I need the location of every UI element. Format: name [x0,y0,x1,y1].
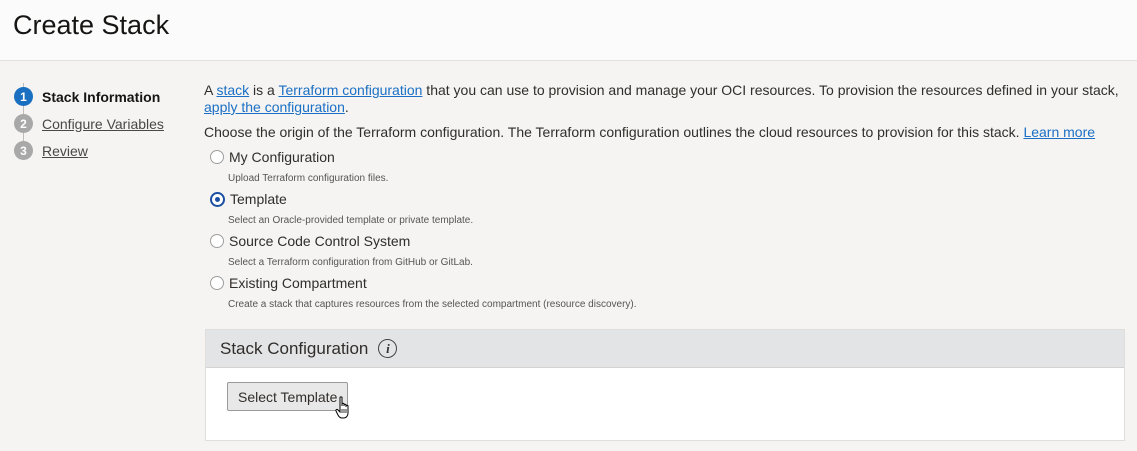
radio-label-my-configuration[interactable]: My Configuration [229,149,335,166]
origin-radio-group: My Configuration Upload Terraform config… [204,148,1124,316]
intro-text: A stack is a Terraform configuration tha… [204,82,1124,116]
wizard-steps: 1 Stack Information 2 Configure Variable… [14,83,164,164]
intro-text-4: . [344,99,349,115]
step-configure-variables[interactable]: 2 Configure Variables [14,110,164,137]
option-template[interactable]: Template Select an Oracle-provided templ… [204,190,1124,232]
step-number-1: 1 [14,87,33,106]
radio-source-code-control[interactable] [210,234,224,248]
radio-label-existing-compartment[interactable]: Existing Compartment [229,275,367,292]
step-number-3: 3 [14,141,33,160]
radio-desc-my-configuration: Upload Terraform configuration files. [228,173,389,184]
step-review[interactable]: 3 Review [14,137,164,164]
stack-configuration-panel: Stack Configuration i Select Template [205,329,1125,441]
step-label-stack-information: Stack Information [42,88,161,105]
page-header: Create Stack [0,0,1137,61]
radio-desc-existing-compartment: Create a stack that captures resources f… [228,299,637,310]
radio-my-configuration[interactable] [210,150,224,164]
panel-title: Stack Configuration [220,338,369,358]
panel-header: Stack Configuration i [206,330,1124,368]
choose-origin-label: Choose the origin of the Terraform confi… [204,124,1024,140]
main-content: A stack is a Terraform configuration tha… [204,82,1124,316]
radio-template[interactable] [210,191,225,207]
radio-label-template[interactable]: Template [230,191,287,208]
apply-configuration-link[interactable]: apply the configuration [204,99,345,115]
info-icon[interactable]: i [378,339,398,358]
intro-text-3: that you can use to provision and manage… [422,82,1119,98]
hand-pointer-icon [335,396,349,419]
step-number-2: 2 [14,114,33,133]
intro-text-2: is a [249,82,279,98]
radio-existing-compartment[interactable] [210,276,224,290]
step-label-configure-variables[interactable]: Configure Variables [42,116,164,132]
page-title: Create Stack [13,10,170,40]
step-stack-information: 1 Stack Information [14,83,164,110]
learn-more-link[interactable]: Learn more [1023,124,1095,140]
radio-desc-template: Select an Oracle-provided template or pr… [228,215,474,226]
option-existing-compartment[interactable]: Existing Compartment Create a stack that… [204,274,1124,316]
radio-label-source-code-control[interactable]: Source Code Control System [229,233,410,250]
terraform-configuration-link[interactable]: Terraform configuration [278,82,422,98]
radio-desc-source-code-control: Select a Terraform configuration from Gi… [228,257,473,268]
stack-link[interactable]: stack [216,82,249,98]
select-template-button[interactable]: Select Template [227,382,349,411]
choose-origin-text: Choose the origin of the Terraform confi… [204,124,1124,141]
intro-text-1: A [204,82,217,98]
step-label-review[interactable]: Review [42,143,88,159]
option-source-code-control[interactable]: Source Code Control System Select a Terr… [204,232,1124,274]
option-my-configuration[interactable]: My Configuration Upload Terraform config… [204,148,1124,190]
